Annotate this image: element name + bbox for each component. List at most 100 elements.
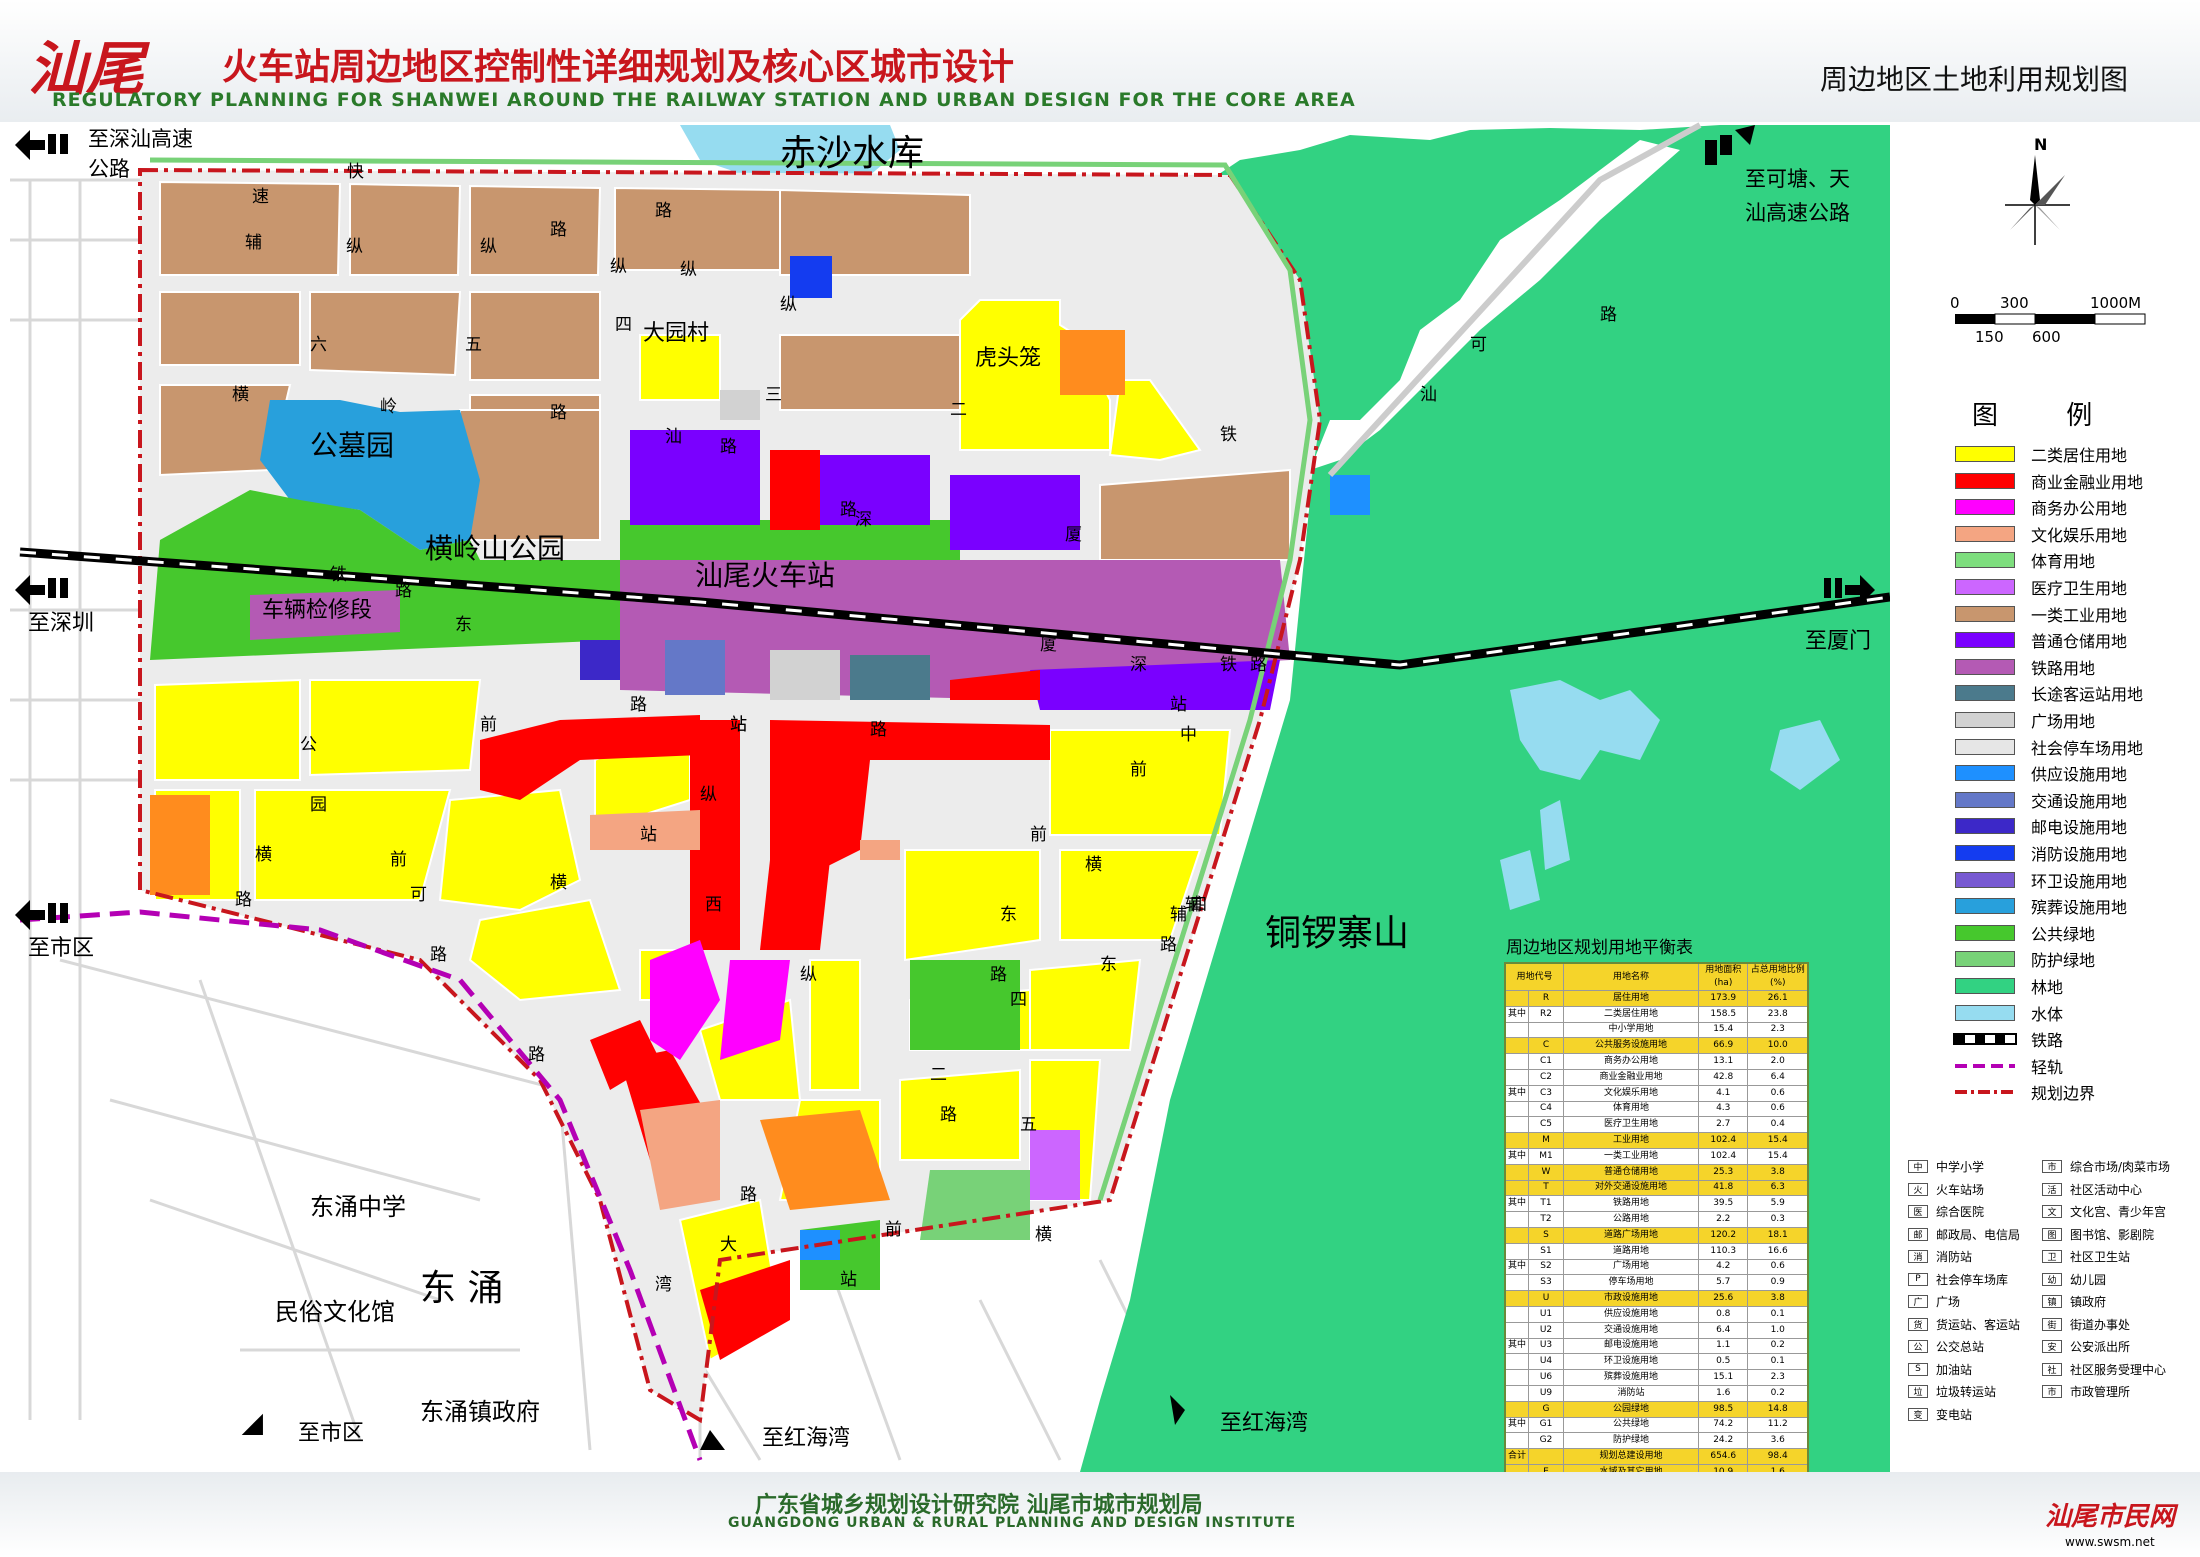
road-label: 中 — [1180, 725, 1197, 745]
table-cell: S — [1528, 1226, 1564, 1244]
road-label: 路 — [395, 581, 412, 601]
table-header: 用地面积(ha) — [1697, 962, 1749, 991]
table-cell: 2.7 — [1697, 1116, 1749, 1134]
legend-item: 一类工业用地 — [1955, 605, 2127, 625]
facility-label: 社区卫生站 — [2070, 1250, 2131, 1264]
table-cell: 18.1 — [1747, 1226, 1809, 1244]
road-label: 路 — [430, 945, 447, 965]
table-cell: 6.4 — [1747, 1068, 1809, 1086]
legend-label: 商务办公用地 — [2031, 499, 2128, 519]
table-cell: U9 — [1528, 1384, 1564, 1402]
legend-swatch — [1955, 818, 2015, 835]
table-cell: 66.9 — [1697, 1037, 1749, 1055]
table-cell — [1504, 1400, 1529, 1418]
table-cell: U4 — [1528, 1353, 1564, 1371]
table-row: U 市政设施用地 25.6 3.8 — [1504, 1290, 1809, 1307]
table-cell: 654.6 — [1697, 1448, 1749, 1465]
facility-icon: 公 — [1908, 1340, 1928, 1353]
legend-swatch — [1955, 472, 2015, 489]
facility-label: 综合医院 — [1936, 1205, 1985, 1219]
facility-icon: 活 — [2042, 1182, 2062, 1196]
road-label: 快 — [347, 162, 364, 182]
road-label: 路 — [740, 1185, 757, 1205]
legend-label: 广场用地 — [2031, 712, 2096, 731]
facility-label: 图书馆、影剧院 — [2070, 1227, 2155, 1242]
table-cell: 15.1 — [1697, 1369, 1749, 1386]
table-cell: 居住用地 — [1563, 990, 1699, 1007]
road-label: 横 — [232, 385, 249, 405]
legend-item: 交通设施用地 — [1955, 791, 2128, 811]
table-cell — [1504, 1242, 1529, 1260]
table-cell: 二类居住用地 — [1563, 1005, 1699, 1023]
legend-item: 普通仓储用地 — [1955, 631, 2127, 651]
road-label: 厦 — [1065, 525, 1082, 545]
land-balance-table: 用地代号 用地名称 用地面积(ha) 占总用地比例(%) R 居住用地 173.9 26.1… — [1504, 962, 1809, 1514]
table-cell: 102.4 — [1697, 1132, 1749, 1149]
table-cell: 其中 — [1504, 1416, 1529, 1434]
legend-label: 邮电设施用地 — [2031, 818, 2128, 838]
legend-label: 社会停车场用地 — [2031, 738, 2144, 758]
table-cell: 道路用地 — [1563, 1242, 1699, 1260]
table-cell: 其中 — [1504, 1084, 1529, 1102]
legend-swatch — [1955, 765, 2015, 782]
road-label: 纵 — [800, 965, 817, 985]
road-label: 纵 — [480, 237, 497, 257]
legend-swatch — [1955, 552, 2015, 569]
table-row: 其中 U3 邮电设施用地 1.1 0.2 — [1504, 1337, 1809, 1355]
facility-label: 火车站场 — [1936, 1182, 1985, 1197]
table-cell: 2.2 — [1697, 1211, 1749, 1228]
table-cell: 26.1 — [1747, 990, 1809, 1007]
road-label: 路 — [1160, 935, 1177, 955]
legend-item: 铁路用地 — [1955, 658, 2096, 678]
table-cell: 120.2 — [1697, 1226, 1749, 1244]
table-row: 其中 G1 公共绿地 74.2 11.2 — [1504, 1416, 1809, 1434]
page-title: 火车站周边地区控制性详细规划及核心区城市设计 — [222, 46, 1015, 88]
facility-icon: 街 — [2042, 1317, 2062, 1331]
table-cell: 158.5 — [1697, 1005, 1749, 1023]
facility-icon: 垃 — [1908, 1385, 1928, 1398]
facility-label: 社区服务受理中心 — [2070, 1362, 2167, 1377]
legend-swatch — [1955, 525, 2015, 542]
table-cell: 文化娱乐用地 — [1563, 1084, 1699, 1102]
table-cell: 110.3 — [1697, 1242, 1749, 1260]
legend-label: 轻轨 — [2031, 1057, 2064, 1077]
facility-icon: 镇 — [2042, 1295, 2062, 1308]
table-cell: 102.4 — [1697, 1147, 1749, 1165]
facility-icon: P — [1908, 1272, 1928, 1286]
table-cell: 24.2 — [1697, 1432, 1749, 1450]
table-row: R 居住用地 173.9 26.1 — [1504, 990, 1809, 1007]
table-cell: 其中 — [1504, 1258, 1529, 1276]
legend-label: 交通设施用地 — [2031, 791, 2128, 811]
facility-label: 社会停车场库 — [1936, 1272, 2009, 1287]
label-to-xiamen: 至厦门 — [1805, 629, 1871, 654]
legend-item: 防护绿地 — [1955, 950, 2095, 970]
table-cell: 0.2 — [1747, 1337, 1809, 1355]
label-town-gov: 东涌镇政府 — [420, 1398, 540, 1426]
table-cell: 39.5 — [1697, 1195, 1749, 1213]
legend-swatch — [1955, 712, 2015, 728]
table-row: 中小学用地 15.4 2.3 — [1504, 1021, 1809, 1039]
table-cell: 环卫设施用地 — [1563, 1353, 1699, 1371]
road-label: 铁 — [330, 565, 347, 585]
table-cell: 殡葬设施用地 — [1563, 1369, 1699, 1386]
watermark-url: www.swsm.net — [2065, 1535, 2155, 1549]
table-row: 其中 S2 广场用地 4.2 0.6 — [1504, 1258, 1809, 1276]
facility-legend-item: 图图书馆、影剧院 — [2042, 1226, 2154, 1243]
table-cell: U3 — [1528, 1337, 1564, 1355]
road-label: 纵 — [610, 257, 627, 277]
legend-label: 殡葬设施用地 — [2031, 898, 2128, 918]
road-label: 西 — [705, 895, 722, 915]
table-row: T2 公路用地 2.2 0.3 — [1504, 1211, 1809, 1228]
table-cell: 铁路用地 — [1563, 1195, 1699, 1213]
legend-item: 殡葬设施用地 — [1955, 897, 2128, 918]
table-cell — [1504, 1163, 1529, 1181]
legend-label: 铁路用地 — [2031, 658, 2096, 678]
road-label: 路 — [550, 220, 567, 240]
table-cell: 13.1 — [1697, 1053, 1749, 1070]
table-cell — [1504, 1179, 1529, 1197]
facility-label: 中学小学 — [1936, 1160, 1985, 1174]
table-cell — [1504, 1384, 1529, 1402]
road-label: 站 — [840, 1270, 857, 1290]
table-cell — [1504, 1053, 1529, 1070]
road-label: 路 — [1250, 655, 1267, 675]
